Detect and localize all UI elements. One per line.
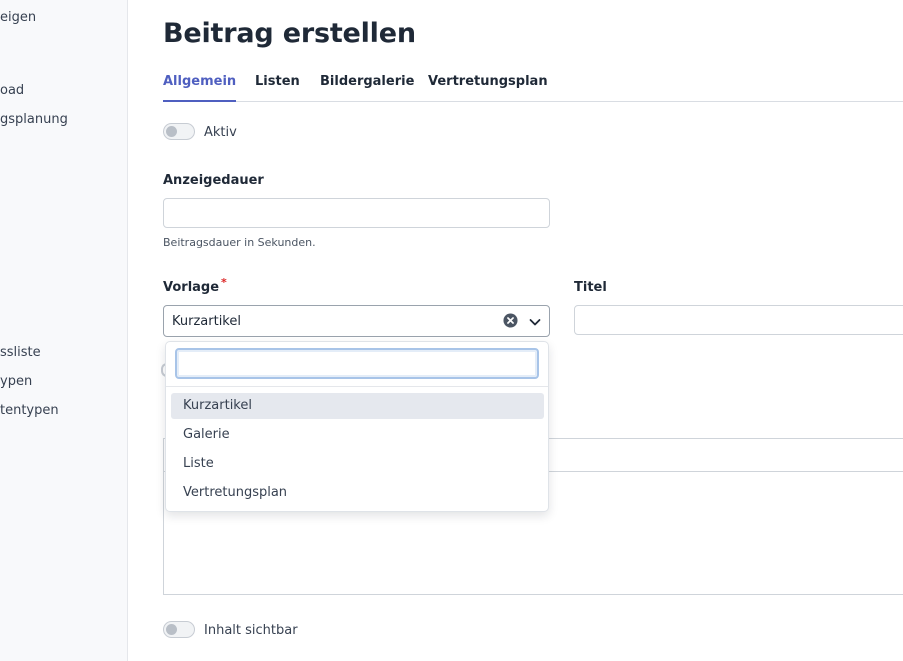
dropdown-option[interactable]: Vertretungsplan <box>171 480 544 506</box>
titel-label: Titel <box>574 280 607 295</box>
required-asterisk: * <box>221 276 227 289</box>
tab-allgemein[interactable]: Allgemein <box>163 74 236 89</box>
sidebar-item[interactable]: oad <box>0 83 24 98</box>
aktiv-toggle[interactable] <box>163 123 195 140</box>
main-content: Beitrag erstellen Allgemein Listen Bilde… <box>128 0 903 661</box>
aktiv-label: Aktiv <box>204 125 237 140</box>
inhalt-sichtbar-toggle[interactable] <box>163 621 195 638</box>
chevron-down-icon[interactable] <box>528 315 542 329</box>
inhalt-sichtbar-label: Inhalt sichtbar <box>204 623 298 638</box>
sidebar-item[interactable]: gsplanung <box>0 112 68 127</box>
anzeigedauer-input[interactable] <box>163 198 550 228</box>
toggle-knob <box>166 126 177 137</box>
anzeigedauer-helper-text: Beitragsdauer in Sekunden. <box>163 236 316 249</box>
dropdown-divider <box>166 386 548 387</box>
dropdown-option[interactable]: Galerie <box>171 422 544 448</box>
tab-bildergalerie[interactable]: Bildergalerie <box>320 74 414 89</box>
active-tab-indicator <box>163 100 236 102</box>
sidebar: eigen oad gsplanung ssliste ypen tentype… <box>0 0 128 661</box>
vorlage-selected-value: Kurzartikel <box>172 314 241 329</box>
titel-input[interactable] <box>574 305 903 335</box>
vorlage-label-text: Vorlage <box>163 280 220 295</box>
vorlage-dropdown-menu: Kurzartikel Galerie Liste Vertretungspla… <box>165 341 549 512</box>
page-title: Beitrag erstellen <box>163 18 416 49</box>
toggle-knob <box>166 624 177 635</box>
sidebar-item[interactable]: ypen <box>0 374 32 389</box>
dropdown-option[interactable]: Kurzartikel <box>171 393 544 419</box>
tab-listen[interactable]: Listen <box>255 74 300 89</box>
vorlage-label: Vorlage * <box>163 276 227 295</box>
tab-bar: Allgemein Listen Bildergalerie Vertretun… <box>163 64 903 102</box>
sidebar-item[interactable]: ssliste <box>0 345 41 360</box>
sidebar-item[interactable]: tentypen <box>0 403 59 418</box>
anzeigedauer-label: Anzeigedauer <box>163 173 264 188</box>
clear-circle-icon[interactable] <box>503 313 518 328</box>
dropdown-search-input[interactable] <box>175 348 539 379</box>
vorlage-select[interactable]: Kurzartikel <box>163 305 550 337</box>
tab-vertretungsplan[interactable]: Vertretungsplan <box>428 74 548 89</box>
sidebar-item[interactable]: eigen <box>0 10 36 25</box>
dropdown-option[interactable]: Liste <box>171 451 544 477</box>
